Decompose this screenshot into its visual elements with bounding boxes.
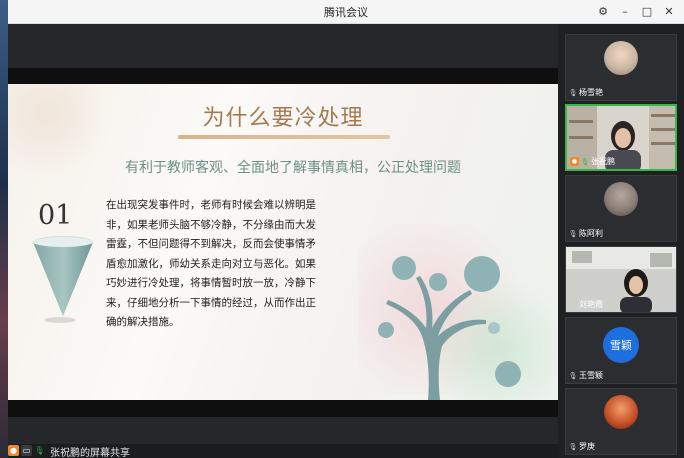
body-line: 确的解决措施。 xyxy=(106,316,180,328)
participant-tile[interactable]: 🎙 杨雪艳 xyxy=(565,34,677,101)
participant-tile-active-speaker[interactable]: ● 🎙 张祝鹏 xyxy=(565,104,677,171)
title-underline xyxy=(178,135,390,139)
avatar xyxy=(604,41,638,75)
mic-active-icon: 🎙 xyxy=(580,157,590,166)
participant-tile[interactable]: 雪颖 🎙 王雪颖 xyxy=(565,317,677,384)
body-line: 非，如果老师头脑不够冷静，不分缘由而大发 xyxy=(106,218,316,231)
participant-tile[interactable]: 🎙 陈阿利 xyxy=(565,175,677,242)
participant-label: 🎙 罗庚 xyxy=(569,441,595,452)
body-line: 在出现突发事件时，老师有时候会难以辨明是 xyxy=(106,199,316,211)
participant-tile[interactable]: 🎙 刘艳霞 xyxy=(565,246,677,313)
participant-name: 杨雪艳 xyxy=(579,88,603,97)
avatar xyxy=(604,182,638,216)
body-line: 来，仔细地分析一下事情的经过，从而作出正 xyxy=(106,296,316,309)
mic-muted-icon: 🎙 xyxy=(568,88,578,97)
mic-muted-icon: 🎙 xyxy=(568,300,578,309)
participant-name: 罗庚 xyxy=(579,442,595,451)
title-bar: 腾讯会议 ⚙ – □ ✕ xyxy=(8,0,684,24)
window-controls: ⚙ – □ ✕ xyxy=(594,3,678,20)
screen-share-icon: ▭ xyxy=(21,445,32,456)
share-owner-label: 张祝鹏的屏幕共享 xyxy=(50,448,130,458)
participant-name: 刘艳霞 xyxy=(579,300,603,309)
meeting-window: 腾讯会议 ⚙ – □ ✕ 为什么要冷处理 有利于教师客观、全面地了解事情真相，公… xyxy=(8,0,684,458)
tree-illustration xyxy=(378,256,521,400)
slide-title: 为什么要冷处理 xyxy=(202,106,364,131)
mic-muted-icon: 🎙 xyxy=(568,229,578,238)
participant-label: 🎙 陈阿利 xyxy=(569,228,603,239)
host-icon: ● xyxy=(8,445,19,456)
slide-body-text: 在出现突发事件时，老师有时候会难以辨明是 非，如果老师头脑不够冷静，不分缘由而大… xyxy=(106,196,341,333)
participant-tile[interactable]: 🎙 罗庚 xyxy=(565,388,677,455)
status-icons: ● ▭ 🎙 xyxy=(8,445,45,456)
mic-muted-icon: 🎙 xyxy=(568,442,578,451)
desktop-background xyxy=(0,0,8,458)
participant-label: 🎙 杨雪艳 xyxy=(569,87,603,98)
body-line: 盾愈加激化，师幼关系走向对立与恶化。如果 xyxy=(106,257,316,270)
body-line: 雷霆，不但问题得不到解决，反而会使事情矛 xyxy=(106,238,316,250)
mic-muted-icon: 🎙 xyxy=(568,371,578,380)
letterbox-bottom xyxy=(8,400,558,417)
host-icon: ● xyxy=(570,157,579,166)
cone-graphic xyxy=(33,236,93,323)
letterbox-top xyxy=(8,68,558,84)
participant-name: 王雪颖 xyxy=(579,371,603,380)
participant-panel: 🎙 杨雪艳 ● 🎙 张祝鹏 🎙 陈阿利 🎙 刘艳霞 雪颖 🎙 王雪颖 🎙 罗庚 xyxy=(558,24,684,458)
participant-name: 张祝鹏 xyxy=(591,157,615,166)
section-number: 01 xyxy=(38,200,73,231)
settings-icon[interactable]: ⚙ xyxy=(594,3,612,20)
presentation-slide: 为什么要冷处理 有利于教师客观、全面地了解事情真相，公正处理问题 01 在出现突… xyxy=(8,84,558,400)
participant-label: 🎙 王雪颖 xyxy=(569,370,603,381)
minimize-button[interactable]: – xyxy=(616,3,634,20)
window-title: 腾讯会议 xyxy=(324,6,368,19)
share-status-bar: ● ▭ 🎙 张祝鹏的屏幕共享 xyxy=(8,444,558,458)
participant-label: ● 🎙 张祝鹏 xyxy=(570,156,615,167)
participant-label: 🎙 刘艳霞 xyxy=(569,299,603,310)
avatar: 雪颖 xyxy=(603,327,639,363)
close-button[interactable]: ✕ xyxy=(660,3,678,20)
slide-subtitle: 有利于教师客观、全面地了解事情真相，公正处理问题 xyxy=(125,160,461,176)
body-line: 巧妙进行冷处理，将事情暂时放一放，冷静下 xyxy=(106,277,316,289)
screen-share-area[interactable]: 为什么要冷处理 有利于教师客观、全面地了解事情真相，公正处理问题 01 在出现突… xyxy=(8,24,558,444)
microphone-icon[interactable]: 🎙 xyxy=(34,445,45,456)
avatar xyxy=(604,395,638,429)
participant-name: 陈阿利 xyxy=(579,229,603,238)
maximize-button[interactable]: □ xyxy=(638,3,656,20)
